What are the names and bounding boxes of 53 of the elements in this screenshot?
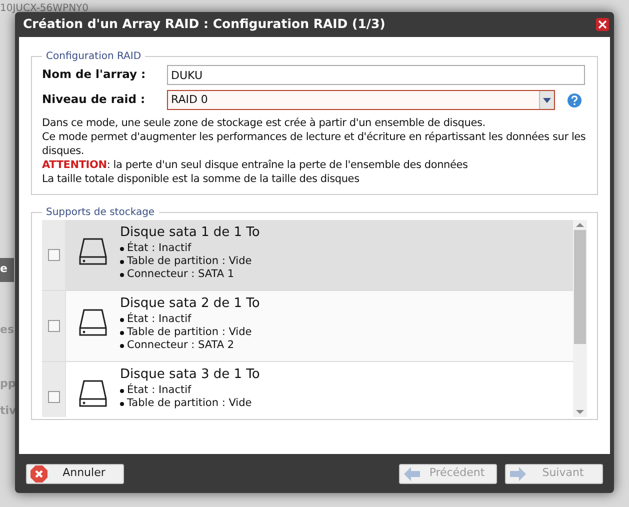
description-text: Dans ce mode, une seule zone de stockage est crée à partir d'un ensemble de disques. (42, 116, 486, 130)
bullet-icon (120, 330, 124, 334)
disk-checkbox[interactable] (48, 249, 60, 261)
bullet-icon (120, 344, 124, 348)
bullet-icon (120, 272, 124, 276)
disk-detail: État : Inactif (127, 384, 192, 397)
description-text: Ce mode permet d'augmenter les performances de lecture et d'écriture en répartissant les données sur les disques. (42, 130, 587, 158)
disk-row[interactable]: Disque sata 3 de 1 To État : Inactif Table de partition : Vide (42, 362, 573, 417)
bullet-icon (120, 260, 124, 264)
background-text: es (0, 322, 14, 338)
disk-detail: Table de partition : Vide (127, 326, 252, 339)
scroll-down-icon[interactable] (576, 407, 584, 417)
disk-title: Disque sata 2 de 1 To (120, 295, 260, 312)
disk-detail: État : Inactif (127, 313, 192, 326)
disk-detail: État : Inactif (127, 242, 192, 255)
field-label: Nom de l'array : (42, 66, 147, 84)
panel-legend: Configuration RAID (42, 49, 146, 64)
raid-level-select[interactable]: RAID 0 (167, 90, 555, 110)
bullet-icon (120, 388, 124, 392)
arrow-left-icon (403, 466, 421, 482)
scrollbar[interactable] (573, 220, 587, 417)
window-title: Création d'un Array RAID : Configuration RAID (1/3) (23, 15, 386, 34)
cancel-button[interactable]: Annuler (26, 464, 124, 484)
array-name-field[interactable]: DUKU (167, 65, 585, 85)
background-text: pp (0, 376, 16, 392)
note-text: La taille totale disponible est la somme de la taille des disques (42, 172, 360, 186)
disk-title: Disque sata 1 de 1 To (120, 224, 260, 241)
bullet-icon (120, 402, 124, 406)
scrollbar-thumb[interactable] (574, 230, 586, 344)
bullet-icon (120, 246, 124, 250)
close-icon (30, 464, 48, 482)
disk-checkbox[interactable] (48, 391, 60, 403)
disk-detail: Table de partition : Vide (127, 397, 252, 410)
bullet-icon (120, 318, 124, 322)
disk-title: Disque sata 3 de 1 To (120, 366, 260, 383)
background-text: 10JUCX-56WPNY0 (0, 2, 89, 16)
disk-row[interactable]: Disque sata 2 de 1 To État : Inactif Table de partition : Vide Connecteur : SATA 2 (42, 291, 573, 362)
close-icon (598, 20, 607, 29)
disk-row[interactable]: Disque sata 1 de 1 To État : Inactif Table de partition : Vide Connecteur : SATA 1 (42, 220, 573, 291)
disk-detail: Connecteur : SATA 2 (127, 339, 234, 352)
close-button[interactable] (596, 18, 609, 31)
background-text: e (0, 261, 8, 277)
disk-detail: Connecteur : SATA 1 (127, 268, 234, 281)
dropdown-caret-icon[interactable] (539, 91, 554, 109)
scroll-up-icon[interactable] (576, 220, 584, 230)
field-label: Niveau de raid : (42, 91, 146, 108)
arrow-right-icon (509, 466, 527, 482)
select-value: RAID 0 (170, 92, 209, 108)
disk-checkbox[interactable] (48, 320, 60, 332)
help-icon[interactable] (567, 92, 582, 108)
panel-legend: Supports de stockage (42, 205, 159, 220)
disk-detail: Table de partition : Vide (127, 255, 252, 268)
warning-text: ATTENTION: la perte d'un seul disque entraîne la perte de l'ensemble des données (42, 158, 469, 172)
